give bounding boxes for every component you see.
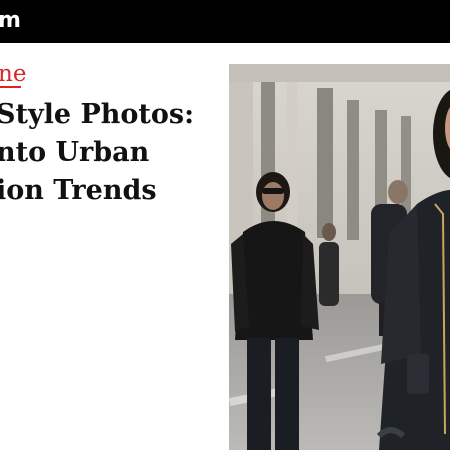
section-underline bbox=[0, 86, 21, 88]
article-headline: Style Photos: nto Urban ion Trends bbox=[0, 96, 194, 210]
jeans-leg bbox=[247, 338, 271, 450]
jacket-pocket bbox=[407, 354, 429, 394]
jeans-leg bbox=[275, 338, 299, 450]
article-page: m ne Style Photos: nto Urban ion Trends bbox=[0, 0, 450, 450]
photo-illustration bbox=[229, 64, 450, 450]
section-link[interactable]: ne bbox=[0, 61, 26, 87]
site-header: m bbox=[0, 0, 450, 43]
building-cornice bbox=[229, 64, 450, 82]
building-window bbox=[317, 88, 333, 238]
headline-line-1: Style Photos: bbox=[0, 99, 195, 130]
headline-line-2: nto Urban bbox=[0, 137, 150, 168]
pedestrian-head bbox=[322, 223, 336, 241]
site-logo[interactable]: m bbox=[0, 8, 21, 34]
street-style-photo[interactable] bbox=[229, 64, 450, 450]
person-face bbox=[262, 182, 284, 210]
headline-line-3: ion Trends bbox=[0, 175, 157, 206]
pedestrian-body bbox=[319, 242, 339, 306]
sunglasses bbox=[262, 188, 284, 194]
building-window bbox=[347, 100, 359, 240]
pedestrian-head bbox=[388, 180, 408, 204]
